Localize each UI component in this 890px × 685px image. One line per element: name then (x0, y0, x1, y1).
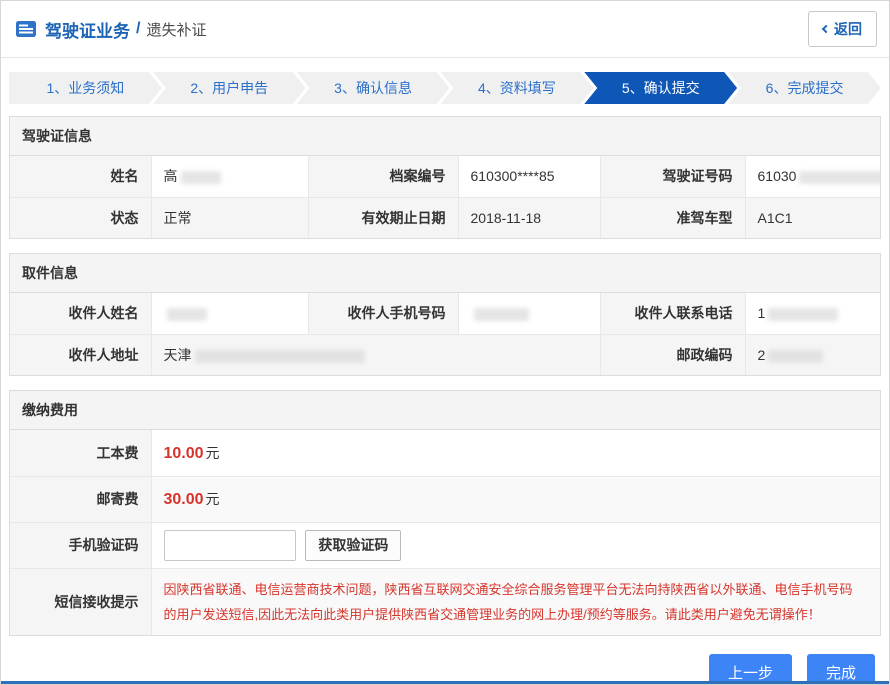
name-value: 高 (151, 156, 308, 197)
license-number-value: 61030 (745, 156, 880, 197)
sms-notice-text: 因陕西省联通、电信运营商技术问题，陕西省互联网交通安全综合服务管理平台无法向持陕… (164, 577, 869, 628)
pickup-info-table: 收件人姓名 收件人手机号码 收件人联系电话 1 收件人地址 天津 邮政编码 2 (10, 293, 880, 375)
postcode-label: 邮政编码 (600, 334, 745, 375)
recipient-name-value (151, 293, 308, 334)
page-title: 驾驶证业务 (45, 17, 130, 42)
recipient-address-label: 收件人地址 (10, 334, 151, 375)
document-list-icon (15, 20, 37, 38)
redacted-blur (167, 308, 207, 321)
pickup-info-section-title: 取件信息 (10, 254, 880, 293)
back-button-label: 返回 (834, 19, 862, 39)
footer-accent-line (1, 681, 889, 684)
header-bar: 驾驶证业务 / 遗失补证 返回 (1, 1, 889, 58)
step-6-complete-submit[interactable]: 6、完成提交 (728, 72, 881, 104)
sms-notice-cell: 因陕西省联通、电信运营商技术问题，陕西省互联网交通安全综合服务管理平台无法向持陕… (151, 568, 880, 635)
table-row: 短信接收提示 因陕西省联通、电信运营商技术问题，陕西省互联网交通安全综合服务管理… (10, 568, 880, 635)
step-3-confirm-info[interactable]: 3、确认信息 (297, 72, 450, 104)
name-label: 姓名 (10, 156, 151, 197)
license-info-section-title: 驾驶证信息 (10, 117, 880, 156)
vehicle-class-value: A1C1 (745, 197, 880, 238)
step-1-business-notice[interactable]: 1、业务须知 (9, 72, 162, 104)
sms-code-label: 手机验证码 (10, 522, 151, 568)
fees-section: 缴纳费用 工本费 10.00元 邮寄费 30.00元 手机验证码 获取验证码 (9, 390, 881, 636)
title-divider: / (136, 20, 140, 38)
sms-notice-label: 短信接收提示 (10, 568, 151, 635)
status-label: 状态 (10, 197, 151, 238)
table-row: 手机验证码 获取验证码 (10, 522, 880, 568)
postage-fee-label: 邮寄费 (10, 476, 151, 522)
expiry-date-value: 2018-11-18 (458, 197, 600, 238)
header-title-group: 驾驶证业务 / 遗失补证 (15, 17, 206, 42)
vehicle-class-label: 准驾车型 (600, 197, 745, 238)
step-wizard: 1、业务须知 2、用户申告 3、确认信息 4、资料填写 5、确认提交 6、完成提… (1, 58, 889, 114)
back-button[interactable]: 返回 (808, 11, 877, 47)
license-number-value-text: 61030 (758, 168, 797, 184)
page-subtitle: 遗失补证 (146, 19, 206, 40)
redacted-blur (474, 308, 529, 321)
recipient-phone-label: 收件人联系电话 (600, 293, 745, 334)
recipient-name-label: 收件人姓名 (10, 293, 151, 334)
pickup-info-section: 取件信息 收件人姓名 收件人手机号码 收件人联系电话 1 收件人地址 天津 邮政… (9, 253, 881, 376)
fees-section-title: 缴纳费用 (10, 391, 880, 430)
postage-fee-value: 30.00元 (151, 476, 880, 522)
name-value-text: 高 (164, 168, 178, 184)
table-row: 收件人姓名 收件人手机号码 收件人联系电话 1 (10, 293, 880, 334)
expiry-date-label: 有效期止日期 (308, 197, 458, 238)
recipient-address-value: 天津 (151, 334, 600, 375)
file-number-label: 档案编号 (308, 156, 458, 197)
license-info-section: 驾驶证信息 姓名 高 档案编号 610300****85 驾驶证号码 61030… (9, 116, 881, 239)
footer-actions: 上一步 完成 (1, 648, 889, 685)
table-row: 姓名 高 档案编号 610300****85 驾驶证号码 61030 (10, 156, 880, 197)
recipient-address-value-text: 天津 (164, 347, 192, 363)
production-fee-amount: 10.00 (164, 445, 204, 462)
production-fee-value: 10.00元 (151, 430, 880, 476)
postcode-value-text: 2 (758, 347, 766, 363)
status-value: 正常 (151, 197, 308, 238)
table-row: 邮寄费 30.00元 (10, 476, 880, 522)
file-number-value: 610300****85 (458, 156, 600, 197)
postage-fee-amount: 30.00 (164, 491, 204, 508)
table-row: 收件人地址 天津 邮政编码 2 (10, 334, 880, 375)
fee-unit: 元 (206, 445, 220, 461)
chevron-left-icon (822, 25, 830, 33)
table-row: 工本费 10.00元 (10, 430, 880, 476)
license-info-table: 姓名 高 档案编号 610300****85 驾驶证号码 61030 状态 正常… (10, 156, 880, 238)
driver-license-service-page: 驾驶证业务 / 遗失补证 返回 1、业务须知 2、用户申告 3、确认信息 4、资… (0, 0, 890, 685)
fees-table: 工本费 10.00元 邮寄费 30.00元 手机验证码 获取验证码 短信接收提 (10, 430, 880, 635)
redacted-blur (799, 171, 880, 184)
redacted-blur (195, 350, 365, 363)
get-sms-code-button[interactable]: 获取验证码 (305, 530, 401, 561)
recipient-phone-value-text: 1 (758, 305, 766, 321)
redacted-blur (181, 171, 221, 184)
recipient-phone-value: 1 (745, 293, 880, 334)
fee-unit: 元 (206, 491, 220, 507)
recipient-mobile-label: 收件人手机号码 (308, 293, 458, 334)
step-2-user-declaration[interactable]: 2、用户申告 (153, 72, 306, 104)
license-number-label: 驾驶证号码 (600, 156, 745, 197)
production-fee-label: 工本费 (10, 430, 151, 476)
sms-code-cell: 获取验证码 (151, 522, 880, 568)
recipient-mobile-value (458, 293, 600, 334)
step-5-confirm-submit[interactable]: 5、确认提交 (584, 72, 737, 104)
postcode-value: 2 (745, 334, 880, 375)
redacted-blur (768, 308, 838, 321)
redacted-blur (768, 350, 823, 363)
sms-code-input[interactable] (164, 530, 296, 561)
step-4-fill-materials[interactable]: 4、资料填写 (440, 72, 593, 104)
table-row: 状态 正常 有效期止日期 2018-11-18 准驾车型 A1C1 (10, 197, 880, 238)
